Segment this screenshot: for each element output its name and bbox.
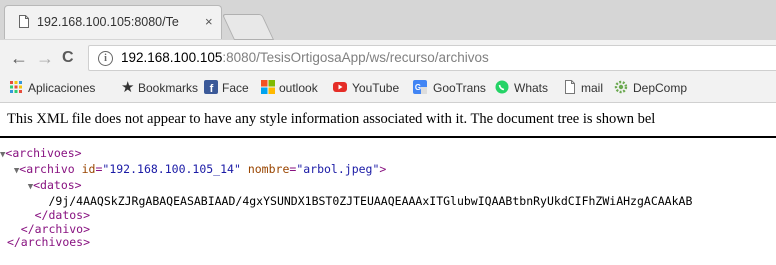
xml-root-open-tag: <archivoes> <box>5 146 82 160</box>
xml-tree: ▼<archivoes> ▼<archivo id="192.168.100.1… <box>0 146 693 250</box>
bookmarks-bar: Aplicaciones ★ Bookmarks f Face outlook … <box>0 74 776 103</box>
info-icon[interactable]: i <box>98 51 113 66</box>
bookmark-mail[interactable]: mail <box>581 81 603 95</box>
apps-grid-icon <box>10 81 22 93</box>
xml-attr-name: id <box>81 161 96 176</box>
xml-attr-value: "arbol.jpeg" <box>296 161 380 176</box>
google-translate-icon: G <box>413 80 427 94</box>
xml-archivo-open-tag: <archivo <box>19 161 75 176</box>
page-icon <box>19 15 29 28</box>
bookmark-face[interactable]: Face <box>222 81 249 95</box>
page-content: This XML file does not appear to have an… <box>0 103 776 265</box>
toolbar: ← → C i 192.168.100.105:8080/TesisOrtigo… <box>0 40 776 74</box>
xml-attr-value: "192.168.100.105_14" <box>102 161 241 176</box>
page-icon <box>565 80 575 94</box>
svg-text:G: G <box>415 83 421 92</box>
close-icon[interactable]: × <box>205 14 213 29</box>
whatsapp-icon <box>495 80 509 94</box>
svg-text:f: f <box>210 83 214 94</box>
bookmark-gootrans[interactable]: GooTrans <box>433 81 486 95</box>
address-bar[interactable]: i 192.168.100.105:8080/TesisOrtigosaApp/… <box>88 45 776 71</box>
url-host: 192.168.100.105 <box>121 50 223 65</box>
forward-button[interactable]: → <box>36 48 54 69</box>
star-icon: ★ <box>121 79 135 96</box>
bookmark-depcomp[interactable]: DepComp <box>633 81 687 95</box>
back-button[interactable]: ← <box>10 48 28 69</box>
bookmark-aplicaciones[interactable]: Aplicaciones <box>28 81 95 95</box>
url-path: :8080/TesisOrtigosaApp/ws/recurso/archiv… <box>222 50 489 65</box>
bookmark-bookmarks[interactable]: Bookmarks <box>138 81 198 95</box>
facebook-icon: f <box>204 80 218 94</box>
bookmark-youtube[interactable]: YouTube <box>352 81 399 95</box>
tab-title: 192.168.100.105:8080/Te <box>37 15 179 29</box>
xml-style-notice: This XML file does not appear to have an… <box>7 111 656 127</box>
bookmark-whats[interactable]: Whats <box>514 81 548 95</box>
youtube-icon <box>333 82 347 92</box>
xml-datos-open-tag: <datos> <box>33 177 82 192</box>
xml-datos-close-tag: </datos> <box>34 207 91 222</box>
tab-strip: 192.168.100.105:8080/Te × <box>0 0 776 40</box>
xml-archivo-close-tag: </archivo> <box>20 221 91 236</box>
bookmark-outlook[interactable]: outlook <box>279 81 318 95</box>
xml-root-close-tag: </archivoes> <box>6 235 91 250</box>
divider <box>0 136 776 138</box>
xml-attr-name: nombre <box>247 161 290 176</box>
tab-active[interactable]: 192.168.100.105:8080/Te × <box>4 5 222 39</box>
gear-icon <box>614 80 628 94</box>
microsoft-icon <box>261 80 275 94</box>
xml-datos-text: /9j/4AAQSkZJRgABAQEASABIAAD/4gxYSUNDX1BS… <box>48 193 693 208</box>
reload-button[interactable]: C <box>62 49 74 67</box>
url-text: 192.168.100.105:8080/TesisOrtigosaApp/ws… <box>121 50 489 65</box>
xml-tag-bracket: > <box>379 161 387 176</box>
